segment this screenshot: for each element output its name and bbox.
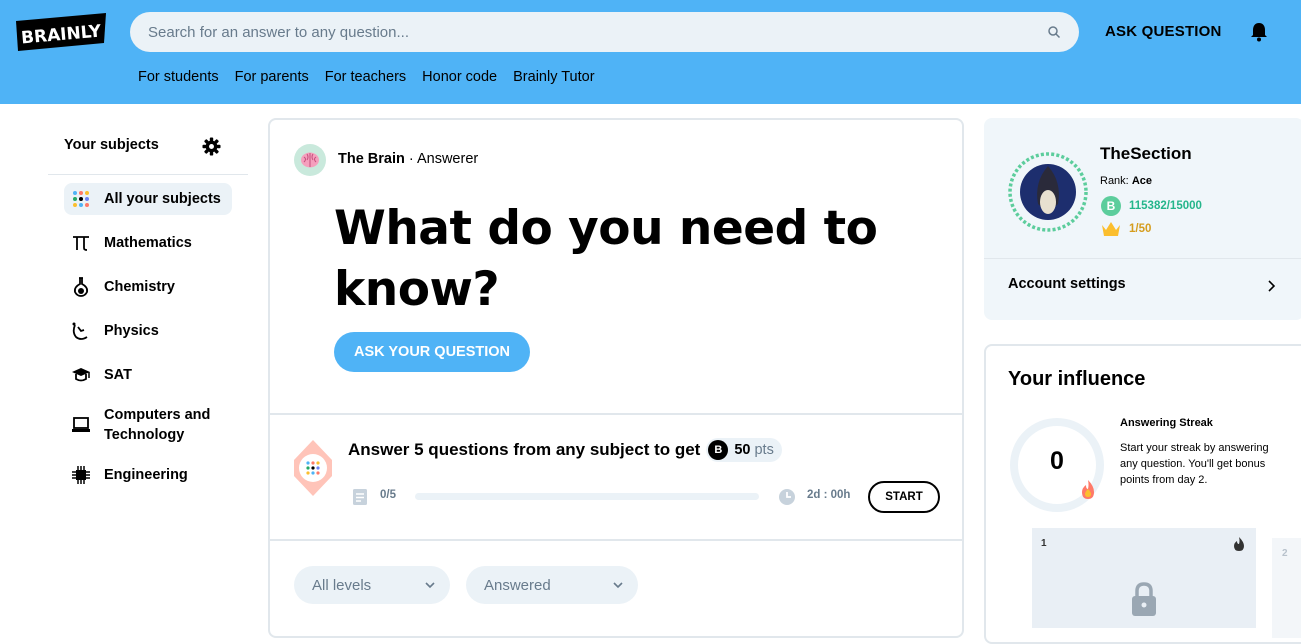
nav-for-parents[interactable]: For parents [235, 69, 309, 85]
influence-title: Your influence [1008, 368, 1146, 390]
progress-count: 0/5 [380, 489, 396, 501]
section-divider [270, 413, 962, 415]
sidebar-item-sat[interactable]: SAT [64, 359, 232, 391]
rank-label: Rank: [1100, 175, 1129, 187]
streak-day-card: 2 [1272, 538, 1301, 638]
gear-icon[interactable] [202, 137, 221, 156]
account-settings-link[interactable]: Account settings [1008, 276, 1126, 292]
profile-card: TheSection Rank: Ace B 115382/15000 1/50… [984, 118, 1301, 320]
sidebar-item-label: Physics [104, 323, 159, 339]
brain-avatar-icon [294, 144, 326, 176]
sidebar-title: Your subjects [64, 137, 159, 153]
flask-icon [70, 276, 92, 298]
nav-for-teachers[interactable]: For teachers [325, 69, 406, 85]
sidebar-item-all-subjects[interactable]: All your subjects [64, 183, 232, 215]
search-bar[interactable] [130, 12, 1079, 52]
points-row: B 115382/15000 [1101, 196, 1202, 216]
user-rank: Rank: Ace [1100, 175, 1152, 187]
search-input[interactable] [148, 23, 1047, 41]
crown-icon [1102, 222, 1120, 236]
influence-card: Your influence 0 Answering Streak Start … [984, 344, 1301, 644]
points-value: 50 [734, 442, 751, 458]
sidebar-item-label: SAT [104, 367, 132, 383]
sidebar-item-label: Chemistry [104, 279, 175, 295]
crown-count: 1/50 [1129, 223, 1152, 235]
profile-divider [984, 258, 1301, 259]
streak-description: Start your streak by answering any quest… [1120, 442, 1269, 486]
points-coin-icon: B [1101, 196, 1121, 216]
ask-question-button[interactable]: ASK QUESTION [1105, 23, 1222, 40]
chevron-right-icon[interactable] [1266, 279, 1278, 293]
challenge-text: Answer 5 questions from any subject to g… [348, 440, 701, 459]
user-points: 115382/15000 [1129, 200, 1202, 212]
brain-role-text: Answerer [416, 151, 479, 167]
sidebar-divider [48, 174, 248, 175]
sidebar-item-label: Engineering [104, 467, 188, 483]
day-number: 2 [1282, 548, 1288, 559]
chip-icon [70, 464, 92, 486]
search-icon[interactable] [1047, 25, 1061, 39]
streak-day-card: 1 [1032, 528, 1256, 628]
points-chip: B 50 pts [706, 438, 782, 462]
bell-icon[interactable] [1250, 22, 1268, 42]
user-avatar[interactable] [1008, 152, 1088, 232]
brainly-logo[interactable]: BRAINLY [16, 13, 106, 51]
sidebar-item-label: All your subjects [104, 191, 221, 207]
graduation-cap-icon [70, 364, 92, 386]
pi-icon [70, 232, 92, 254]
username[interactable]: TheSection [1100, 144, 1192, 164]
sidebar-item-chemistry[interactable]: Chemistry [64, 271, 232, 303]
brainly-points-icon: B [708, 440, 729, 460]
day-number: 1 [1041, 538, 1047, 549]
main-card: The Brain · Answerer What do you need to… [268, 118, 964, 638]
physics-icon [70, 320, 92, 342]
lock-icon [1132, 582, 1156, 616]
start-challenge-button[interactable]: START [868, 481, 940, 513]
challenge-badge-icon [294, 440, 332, 496]
streak-title: Answering Streak [1120, 417, 1213, 429]
sidebar-item-label: Mathematics [104, 235, 192, 251]
chevron-down-icon [425, 582, 435, 589]
sidebar-item-engineering[interactable]: Engineering [64, 459, 232, 491]
laptop-icon [70, 414, 92, 436]
challenge-timer: 2d : 00h [807, 489, 851, 501]
progress-bar [415, 493, 759, 500]
clock-icon [779, 489, 795, 505]
rank-value: Ace [1131, 175, 1152, 187]
status-select-value: Answered [484, 576, 551, 594]
sidebar-item-computers-technology[interactable]: Computers and Technology [64, 403, 232, 447]
sidebar-item-mathematics[interactable]: Mathematics [64, 227, 232, 259]
sidebar-item-label: Computers and Technology [104, 407, 211, 443]
streak-count: 0 [1050, 447, 1064, 475]
document-icon [353, 489, 367, 505]
crown-row: 1/50 [1101, 221, 1151, 237]
levels-select[interactable]: All levels [294, 566, 450, 604]
top-header: BRAINLY ASK QUESTION For students For pa… [0, 0, 1301, 104]
sidebar-item-physics[interactable]: Physics [64, 315, 232, 347]
chevron-down-icon [613, 582, 623, 589]
nav-for-students[interactable]: For students [138, 69, 219, 85]
nav-brainly-tutor[interactable]: Brainly Tutor [513, 69, 594, 85]
hero-heading: What do you need to know? [334, 201, 878, 317]
grid-dots-icon [70, 188, 92, 210]
flame-icon [1082, 480, 1094, 499]
subject-list: All your subjects Mathematics Chemistry … [64, 183, 232, 503]
challenge-title: Answer 5 questions from any subject to g… [348, 438, 782, 462]
section-divider [270, 539, 962, 541]
flame-outline-icon [1234, 537, 1244, 551]
ask-your-question-button[interactable]: ASK YOUR QUESTION [334, 332, 531, 372]
brain-name-text: The Brain [338, 151, 405, 167]
points-unit: pts [754, 442, 774, 458]
status-select[interactable]: Answered [466, 566, 638, 604]
brain-author: The Brain · Answerer [338, 151, 479, 167]
levels-select-value: All levels [312, 576, 372, 594]
sub-navigation: For students For parents For teachers Ho… [138, 69, 595, 85]
nav-honor-code[interactable]: Honor code [422, 69, 497, 85]
